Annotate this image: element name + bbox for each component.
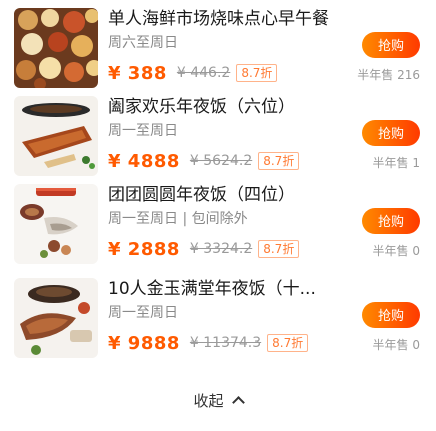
deal-item[interactable]: 10人金玉满堂年夜饭（十... 周一至周日 ¥ 9888 ¥ 11374.3 8… [14, 278, 424, 366]
deal-price: ¥ 4888 [108, 150, 180, 172]
discount-badge: 8.7折 [236, 64, 278, 82]
deal-item[interactable]: 单人海鲜市场烧味点心早午餐 周六至周日 ¥ 388 ¥ 446.2 8.7折 抢… [14, 8, 424, 96]
price-row: ¥ 9888 ¥ 11374.3 8.7折 [108, 332, 309, 354]
deal-availability: 周一至周日 | 包间除外 [108, 211, 248, 227]
price-row: ¥ 388 ¥ 446.2 8.7折 [108, 62, 278, 84]
sold-count: 半年售 216 [357, 68, 420, 82]
deal-availability: 周一至周日 [108, 305, 178, 321]
buy-button[interactable]: 抢购 [362, 120, 420, 146]
buy-button[interactable]: 抢购 [362, 32, 420, 58]
price-row: ¥ 4888 ¥ 5624.2 8.7折 [108, 150, 300, 172]
deal-item[interactable]: 团团圆圆年夜饭（四位） 周一至周日 | 包间除外 ¥ 2888 ¥ 3324.2… [14, 184, 424, 272]
sold-count: 半年售 1 [372, 156, 420, 170]
deal-title: 10人金玉满堂年夜饭（十... [108, 279, 316, 299]
original-price: ¥ 446.2 [176, 65, 231, 81]
sold-count: 半年售 0 [372, 338, 420, 352]
dim-sum-platter-image[interactable] [14, 8, 98, 88]
collapse-label: 收起 [193, 392, 224, 410]
original-price: ¥ 5624.2 [189, 153, 253, 169]
deal-availability: 周六至周日 [108, 35, 178, 51]
deal-title: 阖家欢乐年夜饭（六位） [108, 97, 295, 117]
deal-price: ¥ 9888 [108, 332, 180, 354]
deal-price: ¥ 388 [108, 62, 167, 84]
seafood-dish-image[interactable] [14, 184, 98, 264]
banquet-dish-image[interactable] [14, 278, 98, 358]
original-price: ¥ 11374.3 [189, 335, 262, 351]
deal-title: 团团圆圆年夜饭（四位） [108, 185, 295, 205]
discount-badge: 8.7折 [267, 334, 309, 352]
roast-dish-image[interactable] [14, 96, 98, 176]
deal-title: 单人海鲜市场烧味点心早午餐 [108, 9, 329, 29]
discount-badge: 8.7折 [258, 152, 300, 170]
buy-button[interactable]: 抢购 [362, 208, 420, 234]
sold-count: 半年售 0 [372, 244, 420, 258]
chevron-up-icon [231, 396, 245, 409]
buy-button[interactable]: 抢购 [362, 302, 420, 328]
deal-price: ¥ 2888 [108, 238, 180, 260]
original-price: ¥ 3324.2 [189, 241, 253, 257]
deal-item[interactable]: 阖家欢乐年夜饭（六位） 周一至周日 ¥ 4888 ¥ 5624.2 8.7折 抢… [14, 96, 424, 184]
deal-availability: 周一至周日 [108, 123, 178, 139]
collapse-button[interactable]: 收起 [0, 390, 436, 414]
deal-list: 单人海鲜市场烧味点心早午餐 周六至周日 ¥ 388 ¥ 446.2 8.7折 抢… [0, 0, 436, 431]
price-row: ¥ 2888 ¥ 3324.2 8.7折 [108, 238, 300, 260]
discount-badge: 8.7折 [258, 240, 300, 258]
